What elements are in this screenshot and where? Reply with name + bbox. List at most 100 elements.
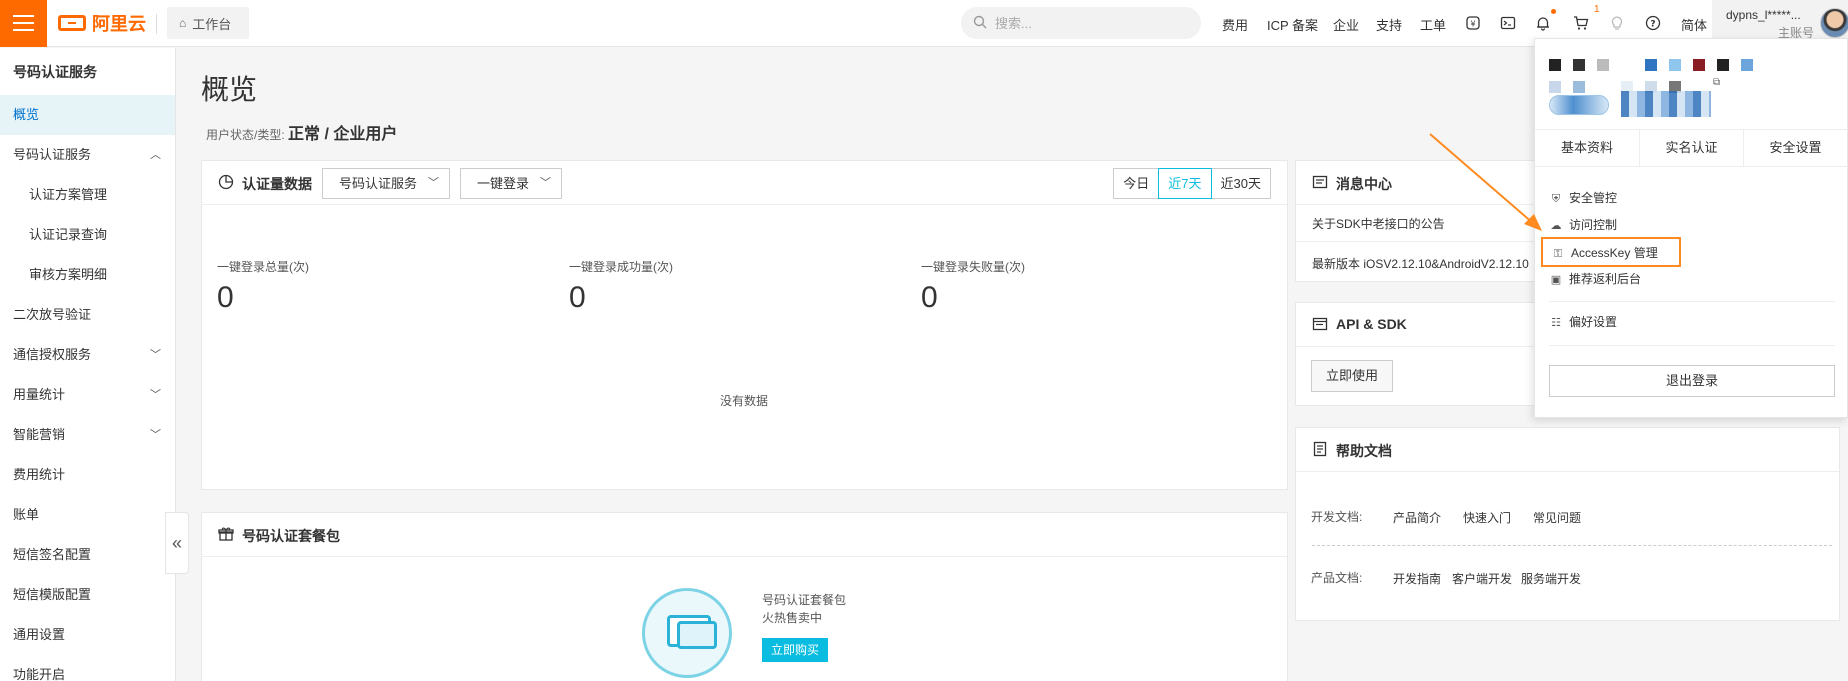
sidebar-item-auth-service[interactable]: 号码认证服务 ︿ [0,135,175,175]
redacted-info [1621,91,1711,117]
metric-total: 一键登录总量(次) 0 [217,258,309,315]
search-icon [973,15,987,32]
menu-item-accesskey[interactable]: ⚿ AccessKey 管理 [1541,237,1681,267]
sidebar-item-overview[interactable]: 概览 [0,95,175,135]
sidebar-item-record-query[interactable]: 认证记录查询 [0,215,175,255]
cart-badge: 1 [1594,4,1600,15]
nav-enterprise[interactable]: 企业 [1333,15,1359,34]
lightbulb-icon[interactable] [1606,12,1628,34]
metric-label: 一键登录失败量(次) [921,260,1025,274]
redacted-badge [1549,95,1609,115]
buy-now-button[interactable]: 立即购买 [762,638,828,662]
range-today-button[interactable]: 今日 [1113,168,1160,199]
copy-icon[interactable]: ⧉ [1713,77,1720,88]
doc-link-faq[interactable]: 常见问题 [1533,509,1581,526]
divider [1549,301,1835,302]
metric-value: 0 [217,281,234,314]
menu-item-referral[interactable]: ▣ 推荐返利后台 [1549,268,1641,290]
workbench-button[interactable]: ⌂ 工作台 [167,7,249,39]
doc-link-client-dev[interactable]: 客户端开发 [1452,570,1512,587]
login-type-select[interactable]: 一键登录 ﹀ [460,168,562,199]
help-icon[interactable]: ? [1642,12,1664,34]
chevron-down-icon: ﹀ [150,349,161,361]
select-value: 号码认证服务 [339,176,418,191]
card-shape [677,621,717,649]
cart-icon[interactable] [1570,12,1592,34]
range-30days-button[interactable]: 近30天 [1210,168,1271,199]
sidebar-item-sms-template[interactable]: 短信模版配置 [0,575,175,615]
doc-link-intro[interactable]: 产品简介 [1393,509,1441,526]
aliyun-logo[interactable]: 阿里云 [58,11,146,35]
menu-item-preferences[interactable]: ☷ 偏好设置 [1549,311,1617,333]
user-status-value: 正常 / 企业用户 [288,126,398,143]
menu-icon[interactable] [0,0,47,47]
language-switch[interactable]: 简体 [1681,15,1707,34]
sidebar-item-comm-auth[interactable]: 通信授权服务 ﹀ [0,335,175,375]
menu-item-label: AccessKey 管理 [1571,246,1658,260]
cloud-icon: ☁ [1550,220,1562,232]
card-title: 号码认证套餐包 [242,528,340,544]
nav-support[interactable]: 支持 [1376,15,1402,34]
sidebar-item-feature-enable[interactable]: 功能开启 [0,655,175,681]
message-item[interactable]: 最新版本 iOSV2.12.10&AndroidV2.12.10 [1312,255,1529,272]
tab-security-settings[interactable]: 安全设置 [1743,130,1847,166]
terminal-icon[interactable] [1497,12,1519,34]
tab-basic-info[interactable]: 基本资料 [1535,130,1639,166]
nav-fees[interactable]: 费用 [1222,15,1248,34]
sidebar-item-scheme-mgmt[interactable]: 认证方案管理 [0,175,175,215]
bell-icon[interactable] [1532,12,1554,34]
search-box[interactable] [961,7,1201,39]
sidebar-item-label: 通用设置 [13,627,66,642]
logo-mark-icon [58,15,86,31]
use-now-button[interactable]: 立即使用 [1311,360,1393,392]
chevron-down-icon: ﹀ [540,177,551,189]
logout-button[interactable]: 退出登录 [1549,365,1835,397]
sidebar-item-label: 短信模版配置 [13,587,92,602]
sidebar-item-usage-stats[interactable]: 用量统计 ﹀ [0,375,175,415]
avatar[interactable] [1820,8,1848,38]
range-7days-button[interactable]: 近7天 [1158,168,1212,199]
sidebar-item-smart-marketing[interactable]: 智能营销 ﹀ [0,415,175,455]
menu-item-security-control[interactable]: ⛨ 安全管控 [1549,187,1617,209]
collapse-sidebar-icon[interactable]: « [165,512,189,574]
notification-dot [1551,9,1556,14]
annotation-arrow [1429,133,1542,231]
sidebar-item-reissue-verify[interactable]: 二次放号验证 [0,295,175,335]
chevron-down-icon: ﹀ [150,429,161,441]
sidebar-item-label: 二次放号验证 [13,307,92,322]
doc-link-dev-guide[interactable]: 开发指南 [1393,570,1441,587]
document-icon [1312,441,1328,461]
doc-link-quickstart[interactable]: 快速入门 [1463,509,1511,526]
sidebar-item-label: 审核方案明细 [29,267,108,282]
package-subtitle: 火热售卖中 [762,611,823,625]
card-title: API & SDK [1336,316,1407,332]
menu-item-label: 推荐返利后台 [1569,272,1642,286]
gift-icon [218,526,234,546]
sliders-icon: ☷ [1551,317,1561,329]
search-input[interactable] [995,15,1175,31]
chevron-down-icon: ﹀ [150,389,161,401]
select-value: 一键登录 [477,176,530,191]
logo-text: 阿里云 [92,14,146,34]
nav-icp[interactable]: ICP 备案 [1267,15,1318,34]
sidebar-item-bill[interactable]: 账单 [0,495,175,535]
cost-icon[interactable]: ¥ [1462,12,1484,34]
package-name: 号码认证套餐包 [762,593,847,607]
nav-ticket[interactable]: 工单 [1420,15,1446,34]
package-card: 号码认证套餐包 [201,512,1288,681]
service-select[interactable]: 号码认证服务 ﹀ [322,168,450,199]
sidebar-item-review-detail[interactable]: 审核方案明细 [0,255,175,295]
menu-item-access-control[interactable]: ☁ 访问控制 [1549,214,1618,236]
sidebar-item-label: 费用统计 [13,467,66,482]
user-dropdown-panel: ⧉ 基本资料 实名认证 安全设置 ⛨ 安全管控 ☁ 访问控制 ⚿ AccessKey … [1534,38,1848,418]
metric-label: 一键登录总量(次) [217,260,309,274]
sidebar-item-general-settings[interactable]: 通用设置 [0,615,175,655]
metric-success: 一键登录成功量(次) 0 [569,258,673,315]
sidebar-item-cost-stats[interactable]: 费用统计 [0,455,175,495]
doc-link-server-dev[interactable]: 服务端开发 [1521,570,1581,587]
user-status-label: 用户状态/类型: [206,128,285,142]
metric-value: 0 [921,281,938,314]
sidebar-item-sms-sign[interactable]: 短信签名配置 [0,535,175,575]
tab-real-name-auth[interactable]: 实名认证 [1639,130,1743,166]
sidebar-item-label: 通信授权服务 [13,347,92,362]
